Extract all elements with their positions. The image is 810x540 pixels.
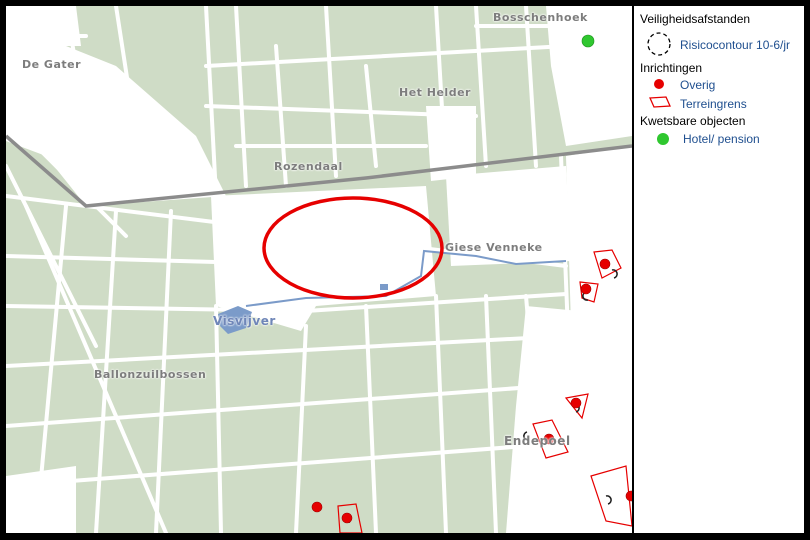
place-label-rozendaal: Rozendaal [274, 160, 343, 173]
legend-item-hotel-pension: Hotel/ pension [683, 132, 760, 146]
map-legend: Veiligheidsafstanden Risicocontour 10-6/… [634, 6, 804, 533]
hotel-pension-marker [581, 34, 595, 48]
place-label-bosschenhoek: Bosschenhoek [493, 11, 588, 24]
legend-item-terreingrens: Terreingrens [680, 97, 747, 111]
place-label-de-gater: De Gater [22, 58, 82, 71]
place-label-ballonzuilbossen: Ballonzuilbossen [94, 368, 207, 381]
place-label-het-helder: Het Helder [399, 86, 471, 99]
place-label-giese-venneke: Giese Venneke [445, 241, 543, 254]
place-label-visvijver: Visvijver [213, 314, 276, 328]
overig-icon [654, 79, 664, 89]
map-canvas[interactable]: De Gater Bosschenhoek Het Helder Rozenda… [6, 6, 632, 533]
risicocontour-icon [647, 32, 671, 56]
legend-item-risicocontour: Risicocontour 10-6/jr [680, 38, 791, 52]
legend-heading-veiligheidsafstanden: Veiligheidsafstanden [640, 12, 751, 26]
map-drawing [6, 6, 632, 533]
place-label-endepoel: Endepoel [504, 434, 571, 448]
hotel-pension-icon [657, 133, 669, 145]
legend-item-overig: Overig [680, 78, 716, 92]
legend-heading-kwetsbare-objecten: Kwetsbare objecten [640, 114, 746, 128]
viewer-frame: De Gater Bosschenhoek Het Helder Rozenda… [0, 0, 810, 540]
terreingrens-icon [649, 96, 671, 108]
legend-heading-inrichtingen: Inrichtingen [640, 61, 703, 75]
